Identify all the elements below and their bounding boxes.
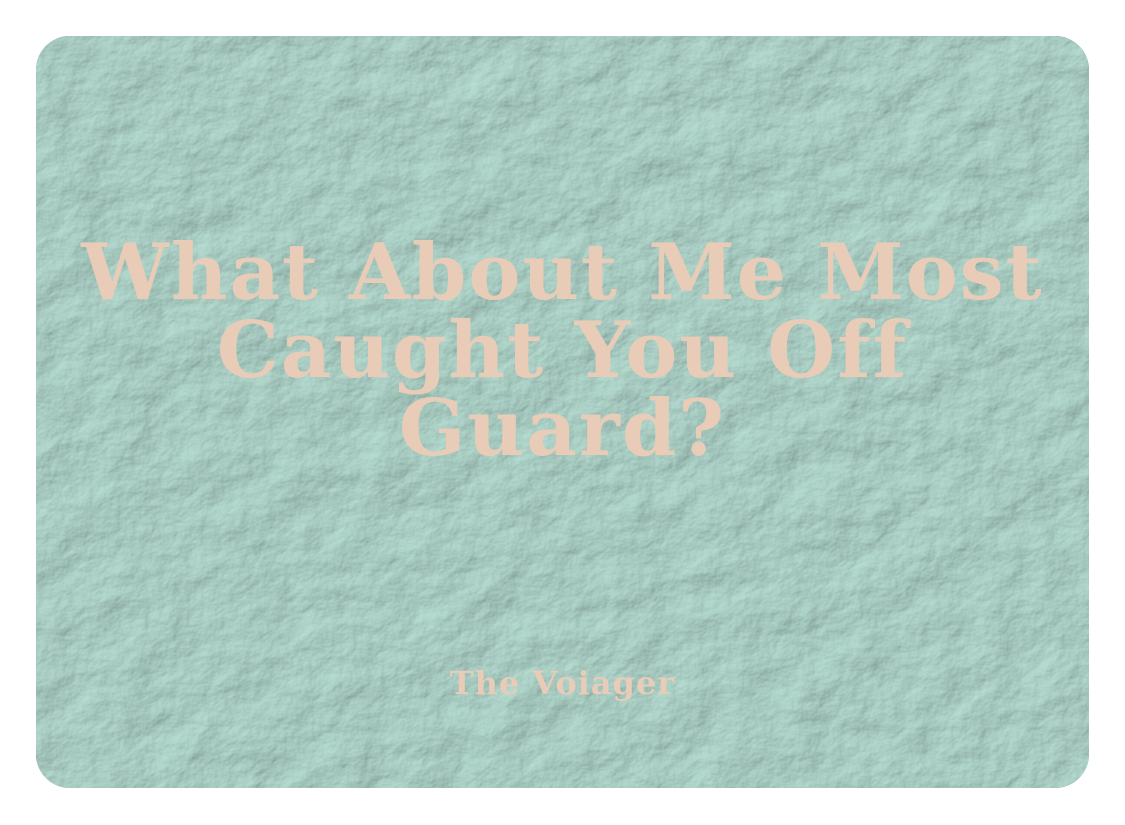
- question-card: What About Me Most Caught You Off Guard?…: [36, 36, 1089, 788]
- card-title: What About Me Most Caught You Off Guard?: [81, 227, 1044, 474]
- card-byline: The Voiager: [449, 664, 676, 702]
